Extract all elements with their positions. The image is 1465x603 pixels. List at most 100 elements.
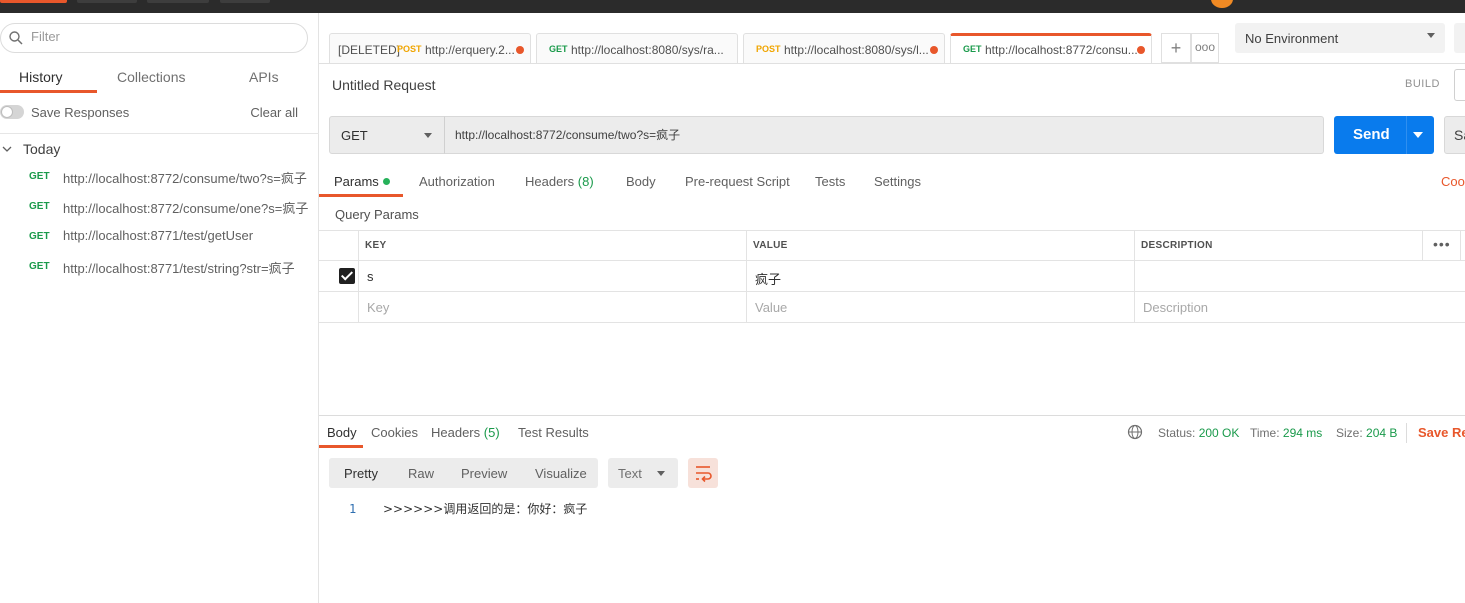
- new-description-cell[interactable]: Description: [1135, 292, 1465, 322]
- new-value-cell[interactable]: Value: [747, 292, 1135, 322]
- save-responses-label: Save Responses: [31, 105, 130, 120]
- send-button[interactable]: Send: [1334, 116, 1434, 154]
- request-subtabs: Params Authorization Headers (8) Body Pr…: [319, 169, 1465, 197]
- request-tab-method: GET: [549, 44, 568, 54]
- key-placeholder: Key: [367, 300, 390, 315]
- build-mode-label[interactable]: BUILD: [1405, 78, 1440, 90]
- history-url: http://localhost:8772/consume/one?s=疯子: [63, 201, 309, 216]
- response-tab-body[interactable]: Body: [327, 425, 357, 440]
- url-field[interactable]: [444, 116, 1324, 154]
- subtab-headers[interactable]: Headers (8): [525, 174, 594, 189]
- filter-input[interactable]: [31, 29, 291, 44]
- method-select[interactable]: GET: [329, 116, 445, 154]
- caret-down-icon: [424, 133, 432, 138]
- response-tab-cookies[interactable]: Cookies: [371, 425, 418, 440]
- active-tab-indicator: [0, 90, 97, 93]
- sync-icon[interactable]: [1211, 0, 1233, 8]
- response-tab-test-results[interactable]: Test Results: [518, 425, 589, 440]
- history-url: http://localhost:8771/test/string?str=疯子: [63, 261, 295, 276]
- response-divider[interactable]: [319, 415, 1465, 416]
- format-visualize[interactable]: Visualize: [535, 466, 587, 481]
- response-size: Size: 204 B: [1336, 426, 1397, 440]
- response-type-value: Text: [618, 466, 642, 481]
- request-tab-bar: [DELETED] POST http://erquery.2... GET h…: [319, 13, 1465, 64]
- subtab-body[interactable]: Body: [626, 174, 656, 189]
- new-button[interactable]: [0, 0, 67, 3]
- caret-down-icon: [1427, 33, 1435, 38]
- param-key-cell[interactable]: s: [359, 261, 747, 291]
- format-raw[interactable]: Raw: [408, 466, 434, 481]
- param-value: 疯子: [755, 272, 782, 287]
- new-key-cell[interactable]: Key: [359, 292, 747, 322]
- save-response-button[interactable]: Save Response: [1418, 425, 1465, 440]
- subtab-params-label: Params: [334, 174, 379, 189]
- history-method: GET: [29, 171, 50, 182]
- subtab-params[interactable]: Params: [334, 174, 390, 189]
- active-subtab-indicator: [319, 194, 403, 197]
- request-tab-active[interactable]: GET http://localhost:8772/consu...: [950, 33, 1152, 63]
- save-responses-row: Save Responses Clear all: [0, 105, 319, 127]
- response-type-select[interactable]: Text: [608, 458, 678, 488]
- mode-switch[interactable]: [1454, 69, 1465, 101]
- tab-apis[interactable]: APIs: [249, 69, 279, 85]
- response-format-group: Pretty Raw Preview Visualize: [329, 458, 598, 488]
- more-options-icon[interactable]: •••: [1433, 236, 1451, 252]
- request-tab[interactable]: [DELETED] POST http://erquery.2...: [329, 33, 531, 63]
- format-pretty[interactable]: Pretty: [344, 466, 378, 481]
- request-tab[interactable]: GET http://localhost:8080/sys/ra...: [536, 33, 738, 63]
- history-group-today[interactable]: Today: [0, 141, 319, 161]
- environment-select[interactable]: No Environment: [1235, 23, 1445, 53]
- history-item[interactable]: GET http://localhost:8772/consume/one?s=…: [0, 196, 319, 220]
- import-button[interactable]: [77, 0, 137, 3]
- subtab-settings[interactable]: Settings: [874, 174, 921, 189]
- history-item[interactable]: GET http://localhost:8771/test/string?st…: [0, 256, 319, 280]
- status-label: Status:: [1158, 426, 1196, 440]
- globe-icon[interactable]: [1127, 424, 1143, 443]
- open-new-button[interactable]: [220, 0, 270, 3]
- chevron-down-icon[interactable]: [2, 144, 12, 156]
- time-label: Time:: [1250, 426, 1280, 440]
- time-value: 294 ms: [1282, 426, 1323, 440]
- column-header-key: KEY: [365, 240, 387, 251]
- history-item[interactable]: GET http://localhost:8772/consume/two?s=…: [0, 166, 319, 190]
- param-description-cell[interactable]: [1135, 261, 1465, 291]
- request-tab-method: GET: [963, 44, 982, 54]
- environment-quick-look-button[interactable]: [1454, 23, 1465, 53]
- request-tab[interactable]: POST http://localhost:8080/sys/l...: [743, 33, 945, 63]
- table-header-row: KEY VALUE DESCRIPTION •••: [319, 230, 1465, 261]
- wrap-lines-button[interactable]: [688, 458, 718, 488]
- subtab-prerequest-script[interactable]: Pre-request Script: [685, 174, 790, 189]
- history-item[interactable]: GET http://localhost:8771/test/getUser: [0, 226, 319, 250]
- tab-history[interactable]: History: [19, 69, 63, 85]
- response-tab-headers[interactable]: Headers (5): [431, 425, 500, 440]
- active-response-tab-indicator: [319, 445, 363, 448]
- response-tab-headers-label: Headers: [431, 425, 481, 440]
- more-tabs-button[interactable]: ooo: [1191, 33, 1219, 63]
- column-header-description: DESCRIPTION: [1141, 240, 1213, 251]
- save-label: Save: [1454, 127, 1465, 143]
- cookies-link[interactable]: Cookies: [1441, 174, 1465, 189]
- subtab-tests[interactable]: Tests: [815, 174, 845, 189]
- add-tab-button[interactable]: +: [1161, 33, 1191, 63]
- param-value-cell[interactable]: 疯子: [747, 261, 1135, 291]
- request-title[interactable]: Untitled Request: [332, 77, 436, 93]
- size-value: 204 B: [1366, 426, 1398, 440]
- tab-collections[interactable]: Collections: [117, 69, 185, 85]
- save-button[interactable]: Save: [1444, 116, 1465, 154]
- main-panel: [DELETED] POST http://erquery.2... GET h…: [319, 13, 1465, 603]
- save-responses-toggle[interactable]: [0, 105, 24, 119]
- response-tabs: Body Cookies Headers (5) Test Results St…: [319, 418, 1465, 448]
- clear-all-button[interactable]: Clear all: [250, 105, 298, 120]
- runner-button[interactable]: [147, 0, 209, 3]
- search-icon: [9, 31, 23, 48]
- filter-field[interactable]: [0, 23, 308, 53]
- headers-count: (8): [577, 174, 594, 189]
- unsaved-dot-icon: [516, 46, 524, 54]
- send-options-icon[interactable]: [1413, 132, 1423, 138]
- format-preview[interactable]: Preview: [461, 466, 507, 481]
- url-input[interactable]: [455, 127, 1295, 141]
- param-enabled-checkbox[interactable]: [339, 268, 355, 284]
- subtab-authorization[interactable]: Authorization: [419, 174, 495, 189]
- sidebar-tabs: History Collections APIs: [0, 61, 319, 95]
- unsaved-dot-icon: [1137, 46, 1145, 54]
